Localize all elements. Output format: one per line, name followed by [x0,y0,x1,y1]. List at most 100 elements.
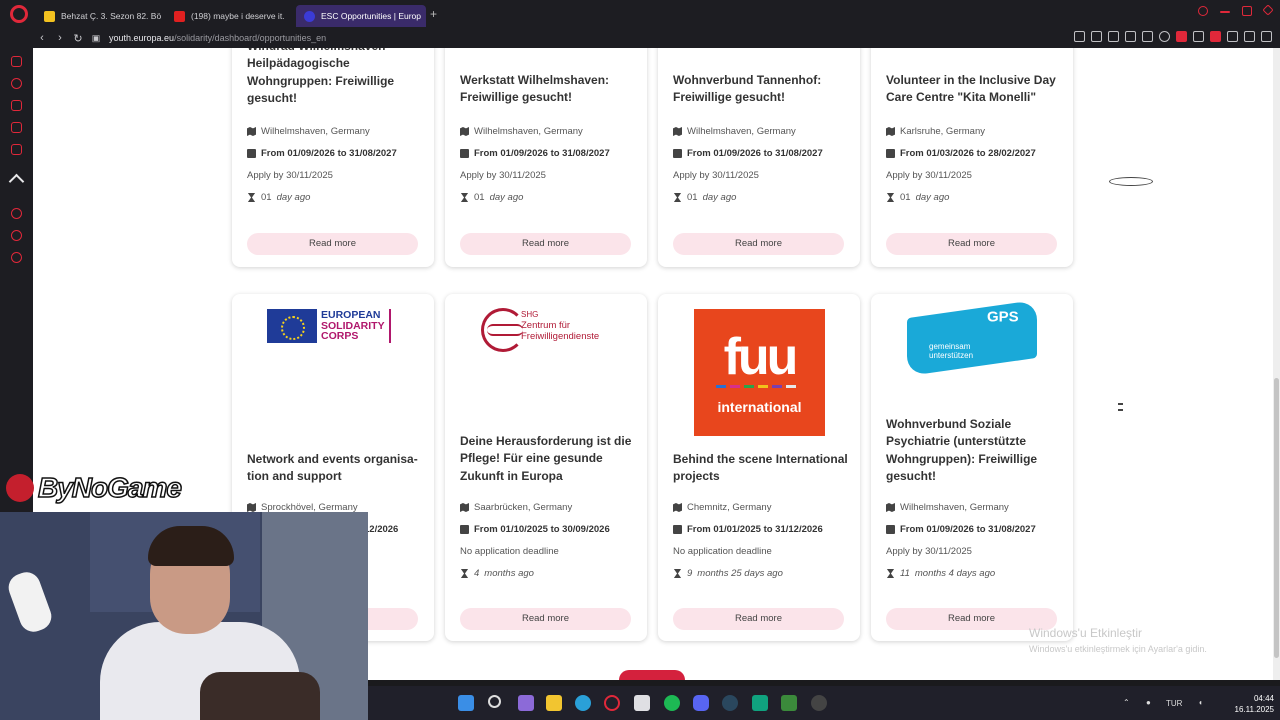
bag-icon[interactable] [11,100,22,111]
card-location: Wilhelmshaven, Germany [247,126,370,137]
edge-icon[interactable] [575,695,591,711]
maximize-icon[interactable] [1242,6,1252,16]
read-more-button[interactable]: Read more [460,608,631,630]
chatgpt-icon[interactable] [752,695,768,711]
opportunity-card[interactable]: GPS gemeinsam unterstützen Wohnverbund So… [871,294,1073,641]
mail-icon[interactable] [11,56,22,67]
read-more-button[interactable]: Read more [460,233,631,255]
clock-date: 16.11.2025 [1234,705,1274,714]
card-location: Karlsruhe, Germany [886,126,985,137]
history-icon[interactable] [11,230,22,241]
opportunity-card[interactable]: SHG Zentrum für Freiwilligendienste Deine… [445,294,647,641]
read-more-button[interactable]: Read more [673,608,844,630]
opportunity-card[interactable]: Volunteer in the Inclusive Day Care Cent… [871,48,1073,267]
microphone-icon[interactable]: ● [1146,698,1151,707]
card-title[interactable]: Behind the scene International projects [673,451,853,486]
reload-icon[interactable]: ↻ [69,32,87,45]
eu-flag-icon [267,309,317,343]
opera-taskbar-icon[interactable] [604,695,620,711]
card-dates: From 01/03/2026 to 28/02/2027 [886,148,1036,159]
translate-icon[interactable] [1125,31,1136,42]
card-title[interactable]: Deine Herausforderung ist die Pflege! Fü… [460,433,640,485]
more-icon[interactable] [1261,31,1272,42]
calendar-icon [673,525,682,534]
heart-icon[interactable] [1159,31,1170,42]
card-apply: Apply by 30/11/2025 [247,170,1153,186]
chat-icon[interactable] [11,122,22,133]
european-solidarity-corps-logo: EUROPEAN SOLIDARITY CORPS [267,308,399,344]
card-title[interactable]: Network and events organisa-tion and sup… [247,451,427,486]
page-scrollbar[interactable] [1273,48,1280,680]
scrollbar-thumb[interactable] [1274,378,1279,658]
play-icon[interactable] [1142,31,1153,42]
card-location: Saarbrücken, Germany [460,502,572,513]
windows-start-icon[interactable] [458,695,474,711]
obs-icon[interactable] [811,695,827,711]
player-icon[interactable] [11,208,22,219]
opportunity-card[interactable]: Wohnverbund Tannenhof: Freiwillige gesuc… [658,48,860,267]
card-apply: Apply by 30/11/2025 [886,546,972,557]
card-title[interactable]: Windrad Wilhelmshaven – Heilpädagogische… [247,48,427,108]
map-icon [886,503,895,512]
store-icon[interactable] [634,695,650,711]
spotify-icon[interactable] [664,695,680,711]
card-dates: From 01/09/2026 to 31/08/2027 [247,148,397,159]
calendar-icon [460,525,469,534]
card-title[interactable]: Volunteer in the Inclusive Day Care Cent… [886,72,1066,107]
aria-icon[interactable] [8,173,25,190]
tab-esc-opportunities[interactable]: ESC Opportunities | Europ [296,5,426,27]
hourglass-icon [886,569,895,578]
search-tabs-icon[interactable] [1198,6,1208,16]
speaker-icon[interactable]: ◖ [1198,698,1203,707]
extension-icon[interactable] [1176,31,1187,42]
pin-icon[interactable] [1074,31,1085,42]
load-more-button[interactable] [619,670,685,680]
bynogame-logo-icon [6,474,34,502]
search-icon[interactable] [488,695,501,708]
minimize-icon[interactable] [1220,11,1230,13]
menu-icon[interactable] [1227,31,1238,42]
discord-icon[interactable] [693,695,709,711]
flag-extension-icon[interactable] [1210,31,1221,42]
card-apply: Apply by 30/11/2025 [460,170,546,181]
opera-logo-icon[interactable] [10,5,28,23]
shg-logo: SHG Zentrum für Freiwilligendienste [481,308,611,358]
new-tab-plus-icon[interactable]: + [430,7,437,21]
forward-icon[interactable]: › [51,32,69,44]
read-more-button[interactable]: Read more [247,233,418,255]
download-icon[interactable] [1244,31,1255,42]
tab-label: Behzat Ç. 3. Sezon 82. Bö [61,11,162,21]
back-icon[interactable]: ‹ [33,32,51,44]
opportunity-card[interactable]: fuu international Behind the scene Inter… [658,294,860,641]
hourglass-icon [673,569,682,578]
read-more-button[interactable]: Read more [673,233,844,255]
shield-icon[interactable] [1108,31,1119,42]
windows-activation-watermark: Windows'u Etkinleştir Windows'u etkinleş… [1029,626,1207,654]
card-title[interactable]: Werkstatt Wilhelmshaven: Freiwillige ges… [460,72,640,107]
twitch-icon[interactable] [11,144,22,155]
snapshot-icon[interactable] [1091,31,1102,42]
tab-youtube[interactable]: (198) maybe i deserve it. [166,5,296,27]
url-field[interactable]: youth.europa.eu/solidarity/dashboard/opp… [109,33,326,43]
app-icon[interactable] [781,695,797,711]
settings-icon[interactable] [11,252,22,263]
url-host: youth.europa.eu [109,33,175,43]
card-title[interactable]: Wohnverbund Soziale Psychiatrie (unterst… [886,416,1066,486]
tray-chevron-icon[interactable]: ⌃ [1123,698,1130,707]
read-more-button[interactable]: Read more [886,233,1057,255]
tab-behzat[interactable]: Behzat Ç. 3. Sezon 82. Bö [36,5,166,27]
messenger-icon[interactable] [11,78,22,89]
opportunity-card[interactable]: Windrad Wilhelmshaven – Heilpädagogische… [232,48,1153,267]
card-title[interactable]: Wohnverbund Tannenhof: Freiwillige gesuc… [673,72,853,107]
puzzle-icon[interactable] [1193,31,1204,42]
system-clock[interactable]: 04:44 16.11.2025 [1230,693,1274,715]
gps-logo: GPS gemeinsam unterstützen [907,299,1037,377]
close-icon[interactable] [1262,4,1274,16]
file-explorer-icon[interactable] [546,695,562,711]
card-dates: 12/2026 [364,524,399,535]
copilot-icon[interactable] [518,695,534,711]
opportunity-card[interactable]: Werkstatt Wilhelmshaven: Freiwillige ges… [445,48,647,267]
card-dates: From 01/10/2025 to 30/09/2026 [460,524,610,535]
language-indicator[interactable]: TUR [1166,699,1182,708]
steam-icon[interactable] [722,695,738,711]
